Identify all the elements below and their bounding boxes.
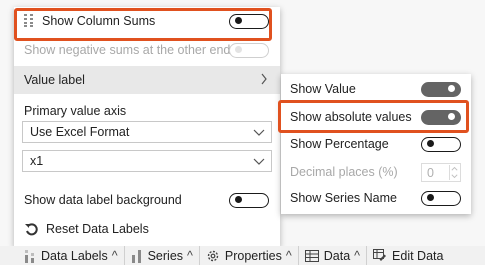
show-series-name-toggle[interactable]: [421, 190, 461, 206]
format-select[interactable]: Use Excel Format: [22, 121, 272, 143]
data-tab[interactable]: Data ^: [299, 246, 368, 265]
data-labels-tab-label: Data Labels: [41, 248, 108, 263]
value-label-item[interactable]: Value label: [14, 66, 280, 94]
show-label-background-toggle[interactable]: [229, 192, 269, 208]
chevron-down-icon: [253, 155, 265, 167]
toggle-knob: [448, 85, 455, 92]
show-percentage-toggle[interactable]: [421, 136, 461, 152]
bottom-toolbar: Data Labels ^ Series ^ Properties ^ Data…: [0, 246, 485, 265]
show-series-name-row[interactable]: Show Series Name: [281, 184, 471, 212]
series-tab-label: Series: [147, 248, 184, 263]
toggle-knob: [235, 196, 242, 203]
decimal-places-row: Decimal places (%) 0: [281, 158, 471, 186]
primary-value-axis-heading: Primary value axis: [14, 102, 280, 120]
show-percentage-row[interactable]: Show Percentage: [281, 130, 471, 158]
edit-data-button[interactable]: Edit Data: [367, 246, 449, 265]
caret-up-icon: ^: [111, 248, 118, 263]
show-series-name-label: Show Series Name: [290, 191, 397, 205]
series-icon: [131, 249, 143, 263]
reset-data-labels-label: Reset Data Labels: [46, 222, 149, 236]
caret-up-icon: ^: [187, 248, 193, 263]
data-labels-icon: [24, 249, 36, 263]
chevron-right-icon: [260, 73, 268, 85]
show-value-label: Show Value: [290, 82, 356, 96]
properties-tab[interactable]: Properties ^: [200, 246, 299, 265]
caret-up-icon: ^: [285, 248, 292, 263]
highlight-show-absolute-values: [278, 100, 469, 133]
scale-select[interactable]: x1: [22, 150, 272, 172]
primary-value-axis-label: Primary value axis: [24, 104, 127, 118]
format-select-value: Use Excel Format: [30, 125, 130, 139]
toggle-knob: [427, 194, 434, 201]
decimal-places-label: Decimal places (%): [290, 165, 398, 179]
spinner-arrows-icon: [449, 165, 459, 180]
show-value-toggle[interactable]: [421, 81, 461, 97]
decimal-places-spinner: 0: [421, 163, 461, 182]
decimal-places-value: 0: [427, 165, 434, 180]
value-label-label: Value label: [24, 73, 85, 87]
highlight-show-column-sums: [14, 8, 272, 41]
show-label-background-row[interactable]: Show data label background: [14, 186, 280, 214]
show-percentage-label: Show Percentage: [290, 137, 389, 151]
edit-table-icon: [373, 249, 387, 262]
edit-data-label: Edit Data: [392, 248, 444, 263]
show-label-background-label: Show data label background: [24, 193, 182, 207]
caret-up-icon: ^: [354, 248, 361, 263]
data-tab-label: Data: [323, 248, 351, 263]
series-tab[interactable]: Series ^: [125, 246, 200, 265]
gear-icon: [206, 249, 220, 263]
show-value-row[interactable]: Show Value: [281, 75, 471, 103]
chevron-down-icon: [253, 126, 265, 138]
reset-icon: [24, 222, 38, 236]
toggle-knob: [427, 140, 434, 147]
data-labels-tab[interactable]: Data Labels ^: [0, 246, 125, 265]
value-label-submenu: Show Value Show absolute values Show Per…: [281, 74, 471, 214]
scale-select-value: x1: [30, 154, 44, 168]
properties-tab-label: Properties: [224, 248, 282, 263]
data-labels-menu: Show Column Sums Show negative sums at t…: [14, 7, 280, 247]
show-negative-sums-toggle: [229, 42, 269, 58]
reset-data-labels-item[interactable]: Reset Data Labels: [14, 215, 280, 243]
toggle-knob: [235, 46, 242, 53]
table-icon: [304, 249, 319, 262]
show-negative-sums-label: Show negative sums at the other end: [24, 43, 231, 57]
